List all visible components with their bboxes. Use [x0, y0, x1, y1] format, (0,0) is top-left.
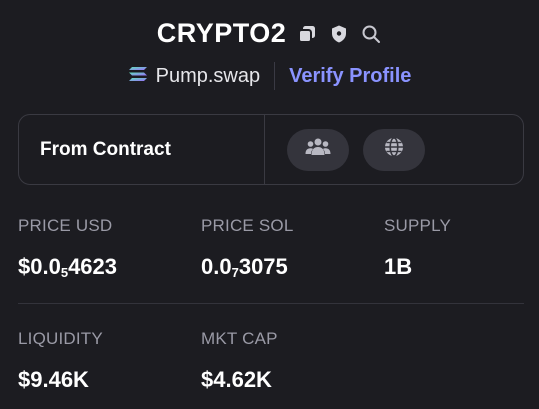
dex-link[interactable]: Pump.swap — [128, 65, 275, 88]
token-title-row: CRYPTO2 — [0, 18, 539, 49]
liquidity-value: $9.46K — [18, 367, 89, 392]
stat-supply: SUPPLY 1B — [384, 216, 451, 280]
stat-liquidity: LIQUIDITY $9.46K — [18, 329, 103, 393]
mkt-cap-value: $4.62K — [201, 367, 272, 392]
community-icon — [305, 137, 331, 162]
stats-divider — [18, 303, 524, 304]
community-button[interactable] — [287, 128, 349, 171]
contract-box: From Contract — [18, 114, 524, 185]
search-icon[interactable] — [360, 23, 382, 45]
contract-source-label: From Contract — [40, 138, 171, 160]
website-button[interactable] — [363, 128, 425, 171]
stat-mkt-cap: MKT CAP $4.62K — [201, 329, 278, 393]
verify-profile-link[interactable]: Verify Profile — [275, 65, 411, 88]
token-info-panel: CRYPTO2 Pump.swap Verify Profile From Co… — [0, 0, 539, 409]
copy-icon[interactable] — [296, 23, 318, 45]
liquidity-label: LIQUIDITY — [18, 329, 103, 348]
stat-price-usd: PRICE USD $0.054623 — [18, 216, 117, 280]
contract-source-cell: From Contract — [19, 115, 265, 184]
supply-value: 1B — [384, 254, 413, 279]
supply-label: SUPPLY — [384, 216, 452, 235]
shield-icon[interactable] — [328, 23, 350, 45]
globe-icon — [383, 136, 405, 163]
price-sol-value: 0.073075 — [201, 254, 288, 280]
stat-price-sol: PRICE SOL 0.073075 — [201, 216, 294, 280]
price-usd-value: $0.054623 — [18, 254, 118, 280]
price-sol-label: PRICE SOL — [201, 216, 294, 235]
price-usd-label: PRICE USD — [18, 216, 113, 235]
dex-name: Pump.swap — [155, 64, 261, 87]
dex-row: Pump.swap Verify Profile — [0, 62, 539, 90]
mkt-cap-label: MKT CAP — [201, 329, 278, 348]
social-links — [265, 115, 425, 184]
token-name: CRYPTO2 — [156, 18, 287, 48]
pump-swap-logo-icon — [128, 66, 148, 87]
